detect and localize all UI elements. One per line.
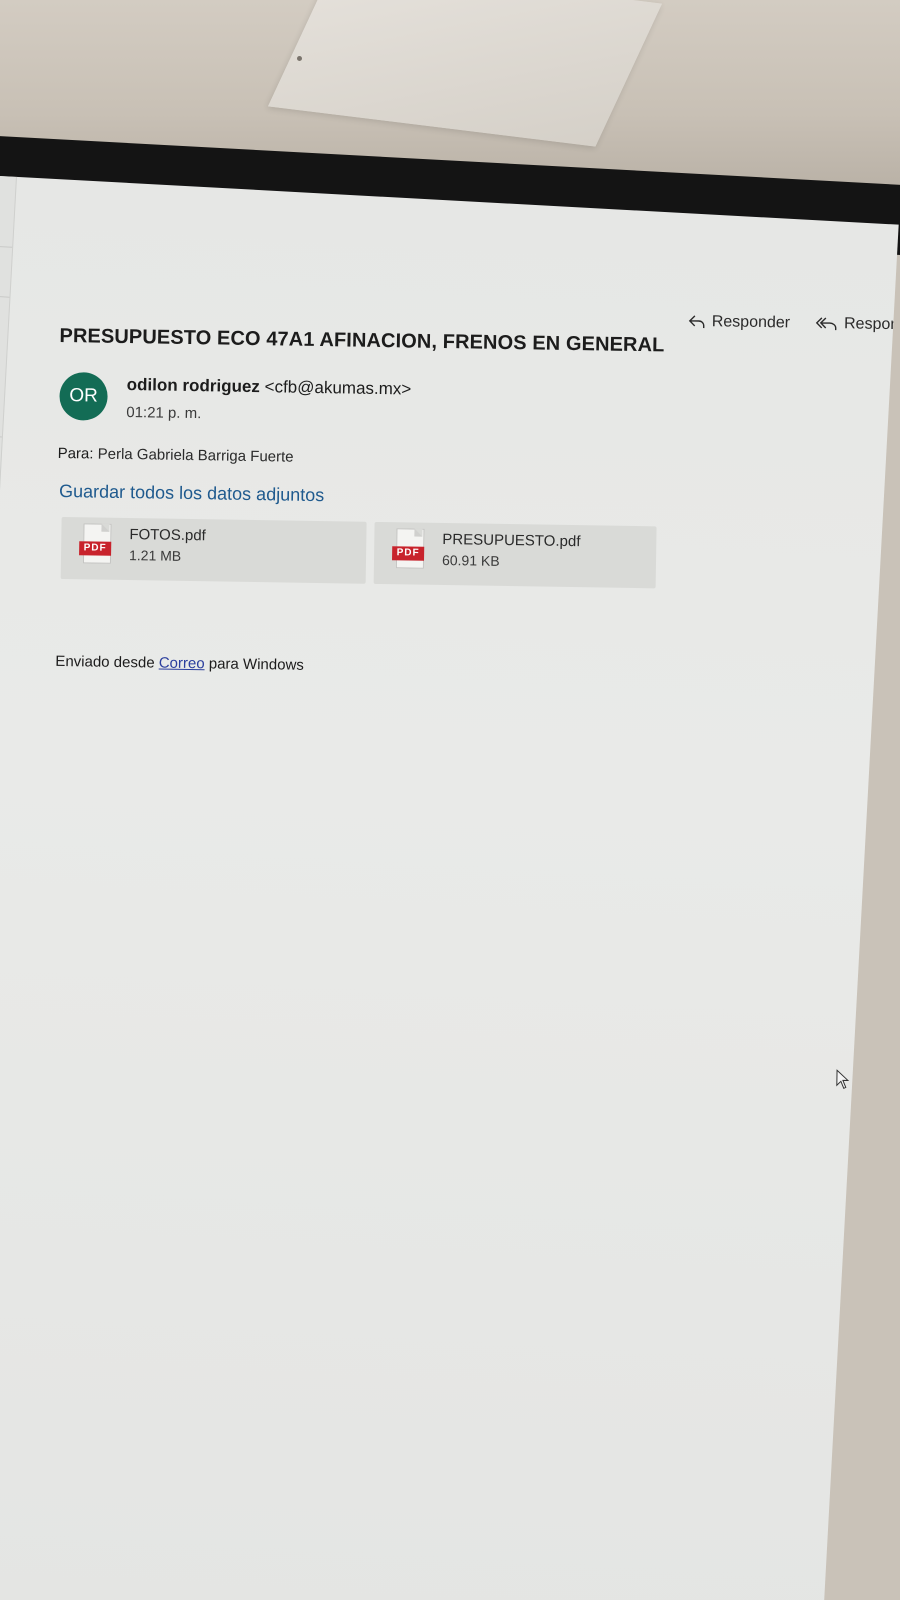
attachment-card[interactable]: PDF PRESUPUESTO.pdf 60.91 KB — [373, 521, 657, 589]
pdf-badge: PDF — [392, 546, 425, 561]
pdf-icon: PDF — [392, 528, 425, 569]
attachment-card[interactable]: PDF FOTOS.pdf 1.21 MB — [60, 517, 367, 584]
sent-time: 01:21 p. m. — [126, 404, 202, 423]
avatar-initials: OR — [69, 385, 98, 407]
attachment-name: PRESUPUESTO.pdf — [442, 530, 581, 551]
sender-name: odilon rodriguez — [126, 375, 261, 397]
recipient-names[interactable]: Perla Gabriela Barriga Fuerte — [98, 446, 294, 466]
sender-email: <cfb@akumas.mx> — [264, 377, 412, 399]
pdf-icon: PDF — [79, 523, 112, 564]
reply-all-arrow-icon — [816, 317, 837, 331]
sender-line[interactable]: odilon rodriguez <cfb@akumas.mx> — [127, 375, 412, 399]
pdf-badge: PDF — [79, 541, 112, 556]
signature-suffix: para Windows — [208, 655, 304, 674]
email-signature: Enviado desde Correo para Windows — [55, 653, 304, 674]
email-subject: PRESUPUESTO ECO 47A1 AFINACION, FRENOS E… — [59, 324, 665, 357]
ceiling-light-panel — [267, 0, 663, 147]
reply-arrow-icon — [688, 315, 705, 329]
reply-all-button[interactable]: Responde — [816, 315, 899, 335]
reply-toolbar: Responder Responde — [688, 313, 899, 335]
reply-all-label: Responde — [843, 315, 899, 334]
signature-prefix: Enviado desde — [55, 652, 155, 672]
attachment-size: 1.21 MB — [128, 547, 182, 564]
attachment-size: 60.91 KB — [441, 551, 500, 569]
mouse-pointer-icon — [836, 1069, 850, 1090]
reading-pane: Responder Responde PRESUPUESTO ECO 47A1 … — [0, 176, 899, 1600]
avatar[interactable]: OR — [59, 371, 108, 421]
reply-button[interactable]: Responder — [688, 313, 791, 333]
recipients-label: Para: — [57, 444, 94, 463]
reply-label: Responder — [711, 313, 791, 332]
mail-app-link[interactable]: Correo — [159, 655, 205, 673]
ceiling-sprinkler — [297, 56, 302, 61]
recipients-line: Para: Perla Gabriela Barriga Fuerte — [58, 445, 294, 466]
mail-app-screen: Responder Responde PRESUPUESTO ECO 47A1 … — [0, 176, 899, 1600]
save-all-attachments-link[interactable]: Guardar todos los datos adjuntos — [59, 481, 324, 506]
attachment-name: FOTOS.pdf — [129, 526, 206, 545]
